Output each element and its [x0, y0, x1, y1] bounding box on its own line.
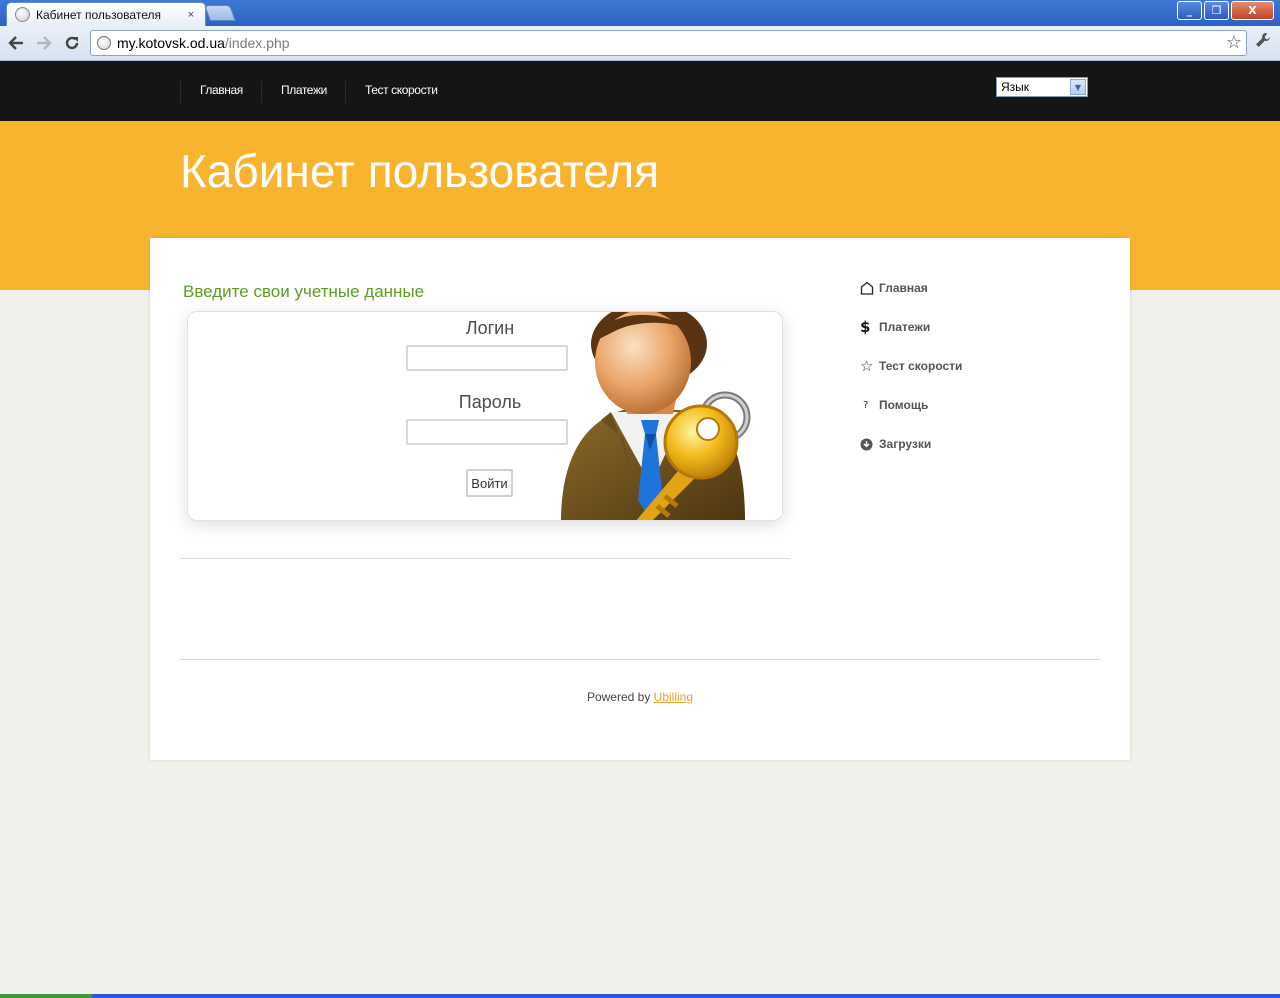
browser-toolbar: my.kotovsk.od.ua/index.php ☆ — [0, 26, 1280, 61]
chevron-down-icon: ▼ — [1070, 79, 1086, 95]
download-icon — [860, 435, 879, 453]
globe-icon — [15, 7, 30, 22]
user-with-key-icon — [561, 312, 751, 520]
topnav-link-home[interactable]: Главная — [180, 81, 243, 103]
page-title: Кабинет пользователя — [180, 145, 660, 197]
minimize-button[interactable]: _ — [1177, 1, 1202, 20]
login-button[interactable]: Войти — [466, 469, 513, 497]
side-menu-item-help[interactable]: ? Помощь — [860, 395, 1060, 415]
close-window-button[interactable]: X — [1231, 1, 1274, 20]
star-icon: ☆ — [860, 357, 874, 375]
topnav-link-speedtest[interactable]: Тест скорости — [345, 81, 438, 103]
login-form: Логин Пароль Войти — [187, 311, 783, 521]
topnav-link-payments[interactable]: Платежи — [261, 81, 327, 103]
arrow-left-icon — [8, 36, 23, 50]
maximize-button[interactable]: ❐ — [1204, 1, 1229, 20]
os-taskbar — [0, 994, 1280, 998]
new-tab-button[interactable] — [204, 5, 236, 21]
url-path: /index.php — [224, 35, 290, 51]
dollar-icon: $ — [860, 318, 871, 336]
reload-icon — [65, 36, 79, 50]
top-navigation: Главная Платежи Тест скорости Язык ▼ — [0, 61, 1280, 121]
side-menu-label: Загрузки — [879, 437, 932, 451]
tab-close-icon[interactable]: × — [183, 9, 199, 21]
password-input[interactable] — [406, 419, 568, 445]
content-panel: Введите свои учетные данные Логин Пароль… — [150, 238, 1130, 760]
arrow-right-icon — [37, 36, 52, 50]
side-menu-item-home[interactable]: Главная — [860, 278, 1060, 298]
globe-icon — [97, 36, 111, 50]
url-host: my.kotovsk.od.ua — [117, 35, 225, 51]
browser-titlebar: Кабинет пользователя × _ ❐ X — [0, 0, 1280, 26]
side-menu-label: Помощь — [879, 398, 929, 412]
side-menu-label: Главная — [879, 281, 928, 295]
divider — [180, 558, 790, 559]
tab-title: Кабинет пользователя — [36, 7, 161, 22]
ubilling-link[interactable]: Ubilling — [654, 690, 693, 704]
forward-button[interactable] — [32, 31, 56, 55]
address-bar[interactable]: my.kotovsk.od.ua/index.php ☆ — [90, 30, 1247, 56]
side-menu-item-payments[interactable]: $ Платежи — [860, 317, 1060, 337]
powered-by-text: Powered by — [586, 690, 651, 704]
back-button[interactable] — [4, 31, 28, 55]
browser-tab[interactable]: Кабинет пользователя × — [6, 2, 206, 26]
question-icon: ? — [863, 399, 869, 411]
window-controls: _ ❐ X — [1177, 1, 1274, 20]
login-input[interactable] — [406, 345, 568, 371]
language-select-value: Язык — [1001, 80, 1030, 94]
side-menu-label: Платежи — [879, 320, 931, 334]
footer-divider — [180, 659, 1100, 660]
home-icon — [860, 279, 879, 297]
side-menu-item-downloads[interactable]: Загрузки — [860, 434, 1060, 454]
side-menu-label: Тест скорости — [879, 359, 963, 373]
password-label: Пароль — [458, 392, 522, 412]
footer: Powered by Ubilling — [150, 690, 1130, 704]
language-select[interactable]: Язык ▼ — [996, 77, 1088, 97]
wrench-icon[interactable] — [1254, 31, 1272, 54]
login-heading: Введите свои учетные данные — [183, 282, 425, 301]
login-label: Логин — [465, 318, 515, 338]
bookmark-star-icon[interactable]: ☆ — [1226, 32, 1242, 53]
web-page: Главная Платежи Тест скорости Язык ▼ Каб… — [0, 61, 1280, 994]
side-menu-item-speedtest[interactable]: ☆ Тест скорости — [860, 356, 1060, 376]
reload-button[interactable] — [60, 31, 84, 55]
start-button[interactable] — [0, 994, 92, 998]
